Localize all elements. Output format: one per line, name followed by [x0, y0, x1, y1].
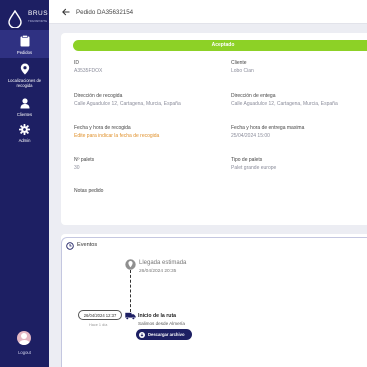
- sidebar-item-label: Pedidos: [16, 50, 33, 55]
- user-icon: [20, 98, 29, 109]
- event-subtitle-route-start: Salimos desde Almería: [138, 321, 185, 326]
- avatar-head: [21, 333, 27, 339]
- pickup-address-value: Calle Aguadulce 12, Cartagena, Murcia, E…: [74, 101, 181, 107]
- drop-logo-icon: [8, 10, 22, 28]
- delivery-datetime-label: Fecha y hora de entrega maxima: [231, 125, 305, 131]
- avatar-body: [18, 340, 30, 345]
- avatar[interactable]: [17, 331, 31, 345]
- pallets-value: 30: [74, 165, 80, 171]
- event-subtitle-eta: 26/04/2024 20:35: [139, 269, 177, 274]
- delivery-address-label: Dirección de entega: [231, 93, 276, 99]
- location-pin-icon: [20, 63, 29, 75]
- client-label: Cliente: [231, 60, 247, 66]
- sidebar-item-localizaciones[interactable]: Localizaciones de recogida: [0, 63, 49, 88]
- id-label: ID: [74, 60, 79, 66]
- back-arrow-icon[interactable]: [62, 8, 70, 16]
- sidebar-item-label: Clientes: [16, 112, 33, 117]
- events-title: Eventos: [77, 242, 98, 248]
- notes-label: Notas pedido: [74, 188, 104, 194]
- sidebar: BRUS TRANSPORTE Pedidos Localizaciones d…: [0, 0, 49, 367]
- event-relative-time: Hace 1 día: [89, 323, 108, 327]
- id-value: A3535FDOX: [74, 68, 103, 74]
- clock-icon: [66, 242, 74, 250]
- event-date-badge: 26/04/2024 12:37: [78, 310, 122, 320]
- pickup-datetime-value[interactable]: Edite para indicar la fecha de recogida: [74, 133, 159, 139]
- sidebar-item-admin[interactable]: Admin: [0, 124, 49, 143]
- sidebar-item-pedidos[interactable]: Pedidos: [0, 35, 49, 55]
- pickup-address-label: Dirección de recogida: [74, 93, 123, 99]
- brand-logo[interactable]: BRUS TRANSPORTE: [6, 8, 49, 30]
- map-pin-icon: [125, 259, 136, 270]
- pickup-datetime-label: Fecha y hora de recogida: [74, 125, 131, 131]
- download-icon: [139, 331, 145, 338]
- status-badge: Aceptado: [73, 40, 367, 51]
- client-value: Lobo Cian: [231, 68, 254, 74]
- gear-icon: [19, 124, 30, 135]
- timeline-connector: [130, 270, 131, 312]
- sidebar-item-clientes[interactable]: Clientes: [0, 98, 49, 117]
- brand-name: BRUS: [28, 10, 49, 17]
- page-title: Pedido DA35632154: [76, 9, 134, 16]
- sidebar-item-label: Localizaciones de recogida: [7, 78, 42, 88]
- pallets-label: Nº palets: [74, 157, 95, 163]
- pallet-type-label: Tipo de palets: [231, 157, 263, 163]
- sidebar-item-label: Admin: [18, 138, 31, 143]
- event-title-eta: Llegada estimada: [139, 260, 187, 266]
- truck-icon: [125, 312, 136, 320]
- delivery-address-value: Calle Aguadulce 12, Cartagena, Murcia, E…: [231, 101, 338, 107]
- events-panel: [61, 237, 367, 367]
- brand-subtitle: TRANSPORTE: [28, 19, 48, 23]
- event-title-route-start: Inicio de la ruta: [138, 313, 177, 319]
- pallet-type-value: Palet grande europe: [231, 165, 277, 171]
- download-button-label: Descargar archivo: [148, 332, 185, 337]
- logout-link[interactable]: Logout: [0, 350, 49, 355]
- clipboard-icon: [20, 35, 29, 47]
- download-file-button[interactable]: Descargar archivo: [136, 329, 192, 340]
- delivery-datetime-value: 25/04/2024 15:00: [231, 133, 270, 139]
